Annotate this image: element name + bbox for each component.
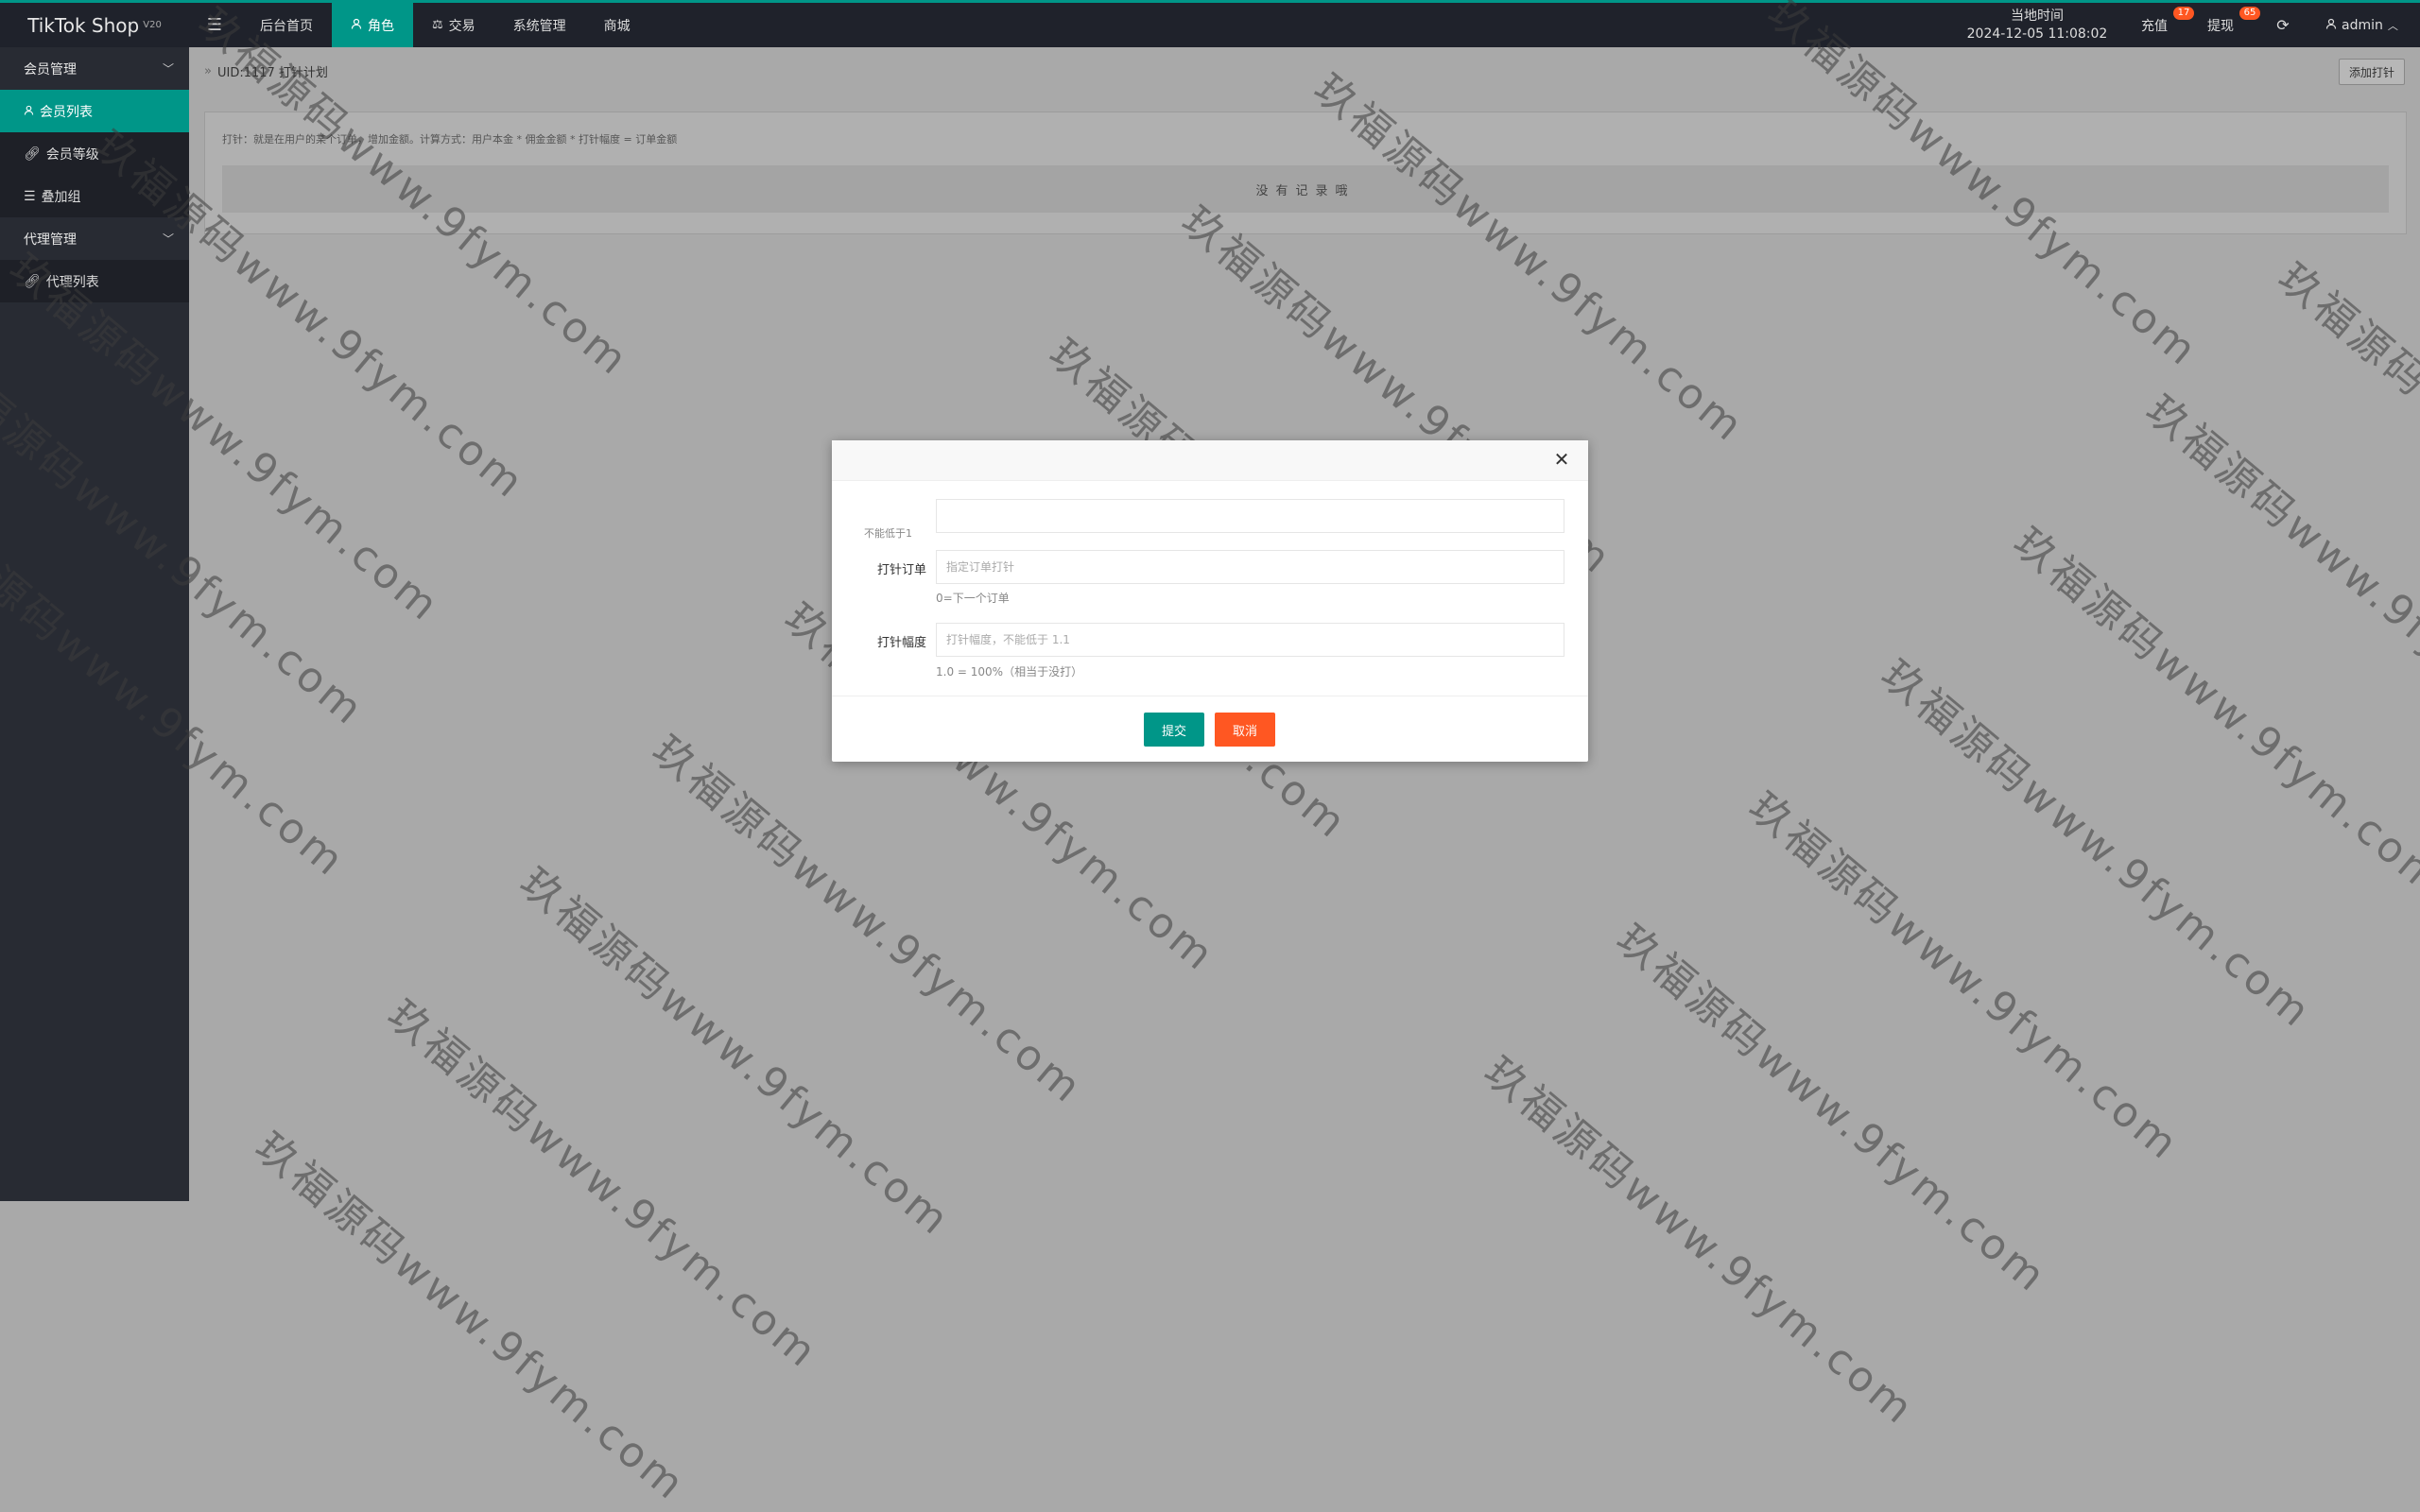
sidebar-item-member-level[interactable]: 🔗︎ 会员等级 bbox=[0, 132, 189, 175]
range-label: 打针幅度 bbox=[876, 636, 926, 650]
sidebar-item-label: 叠加组 bbox=[41, 189, 81, 205]
user-icon bbox=[24, 104, 34, 119]
time-label: 当地时间 bbox=[2011, 8, 2064, 24]
field-hint: 不能低于1 bbox=[864, 527, 912, 540]
sidebar-item-member-list[interactable]: 会员列表 bbox=[0, 90, 189, 132]
breadcrumb-arrow-icon: » bbox=[204, 63, 212, 78]
sidebar: 会员管理 ﹀ 会员列表 🔗︎ 会员等级 ☰ 叠加组 代理管理 ﹀ 🔗︎ 代理列表 bbox=[0, 47, 189, 1201]
nav-item-system[interactable]: 系统管理 bbox=[494, 3, 585, 47]
withdraw-badge: 65 bbox=[2239, 7, 2260, 20]
balance-icon: ⚖ bbox=[432, 18, 443, 32]
nav-item-mall[interactable]: 商城 bbox=[585, 3, 649, 47]
user-name: admin bbox=[2342, 17, 2383, 33]
cancel-button[interactable]: 取消 bbox=[1215, 713, 1275, 747]
user-menu[interactable]: admin ︿ bbox=[2325, 3, 2398, 47]
hamburger-icon[interactable]: ☰ bbox=[200, 3, 229, 47]
nav-item-trade[interactable]: ⚖ 交易 bbox=[413, 3, 494, 47]
add-injection-button[interactable]: 添加打针 bbox=[2338, 59, 2405, 85]
sidebar-group-label: 代理管理 bbox=[24, 232, 77, 248]
dialog-footer: 提交 取消 bbox=[832, 696, 1588, 763]
nav-item-label: 后台首页 bbox=[260, 18, 313, 34]
logo-version: V20 bbox=[143, 20, 162, 30]
withdraw-label: 提现 bbox=[2207, 18, 2234, 34]
local-time: 当地时间 2024-12-05 11:08:02 bbox=[1957, 3, 2118, 47]
sidebar-group-agent[interactable]: 代理管理 ﹀ bbox=[0, 217, 189, 260]
list-icon: ☰ bbox=[24, 188, 36, 204]
empty-state: 没有记录哦 bbox=[222, 165, 2389, 213]
top-bar: TikTok Shop V20 ☰ 后台首页 角色 ⚖ 交易 系统管理 商城 当… bbox=[0, 0, 2420, 47]
chevron-up-icon: ︿ bbox=[2387, 19, 2398, 32]
nav-item-label: 角色 bbox=[368, 18, 394, 34]
range-hint: 1.0 = 100%（相当于没打） bbox=[936, 665, 1083, 679]
sidebar-item-label: 会员等级 bbox=[45, 146, 99, 163]
order-label: 打针订单 bbox=[876, 563, 926, 577]
recharge-badge: 17 bbox=[2173, 7, 2194, 20]
sidebar-item-stack-group[interactable]: ☰ 叠加组 bbox=[0, 175, 189, 217]
link-icon: 🔗︎ bbox=[24, 146, 41, 162]
sidebar-item-agent-list[interactable]: 🔗︎ 代理列表 bbox=[0, 260, 189, 302]
nav-item-label: 交易 bbox=[448, 18, 475, 34]
range-input[interactable] bbox=[936, 623, 1564, 657]
nav-item-home[interactable]: 后台首页 bbox=[241, 3, 332, 47]
chevron-down-icon: ﹀ bbox=[162, 62, 174, 76]
injection-dialog: ✕ 不能低于1 打针订单 0=下一个订单 打针幅度 1.0 = 100%（相当于… bbox=[832, 440, 1588, 762]
content-panel: 打针：就是在用户的某个订单，增加金额。计算方式：用户本金 * 佣金金额 * 打针… bbox=[204, 112, 2407, 234]
tip-text: 打针：就是在用户的某个订单，增加金额。计算方式：用户本金 * 佣金金额 * 打针… bbox=[222, 133, 678, 146]
withdraw-link[interactable]: 提现 65 bbox=[2207, 3, 2260, 47]
top-nav: 后台首页 角色 ⚖ 交易 系统管理 商城 bbox=[241, 3, 649, 47]
recharge-link[interactable]: 充值 17 bbox=[2141, 3, 2194, 47]
logo: TikTok Shop V20 bbox=[0, 3, 189, 47]
sidebar-item-label: 代理列表 bbox=[45, 274, 99, 290]
amount-input[interactable] bbox=[936, 499, 1564, 533]
logo-text: TikTok Shop bbox=[27, 13, 140, 37]
sidebar-item-label: 会员列表 bbox=[40, 104, 93, 120]
user-icon bbox=[2325, 18, 2337, 33]
recharge-label: 充值 bbox=[2141, 18, 2168, 34]
close-icon[interactable]: ✕ bbox=[1550, 448, 1573, 471]
dialog-header bbox=[832, 440, 1588, 481]
nav-item-label: 商城 bbox=[603, 18, 631, 34]
chevron-down-icon: ﹀ bbox=[162, 232, 174, 246]
breadcrumb: » UID:1117 打针计划 bbox=[189, 47, 2420, 94]
nav-item-label: 系统管理 bbox=[512, 18, 566, 34]
breadcrumb-text: UID:1117 打针计划 bbox=[216, 65, 328, 80]
submit-button[interactable]: 提交 bbox=[1144, 713, 1204, 747]
user-icon bbox=[351, 18, 362, 33]
sidebar-group-label: 会员管理 bbox=[24, 61, 77, 77]
sidebar-group-member[interactable]: 会员管理 ﹀ bbox=[0, 47, 189, 90]
link-icon: 🔗︎ bbox=[24, 273, 41, 289]
nav-item-role[interactable]: 角色 bbox=[332, 3, 413, 47]
order-input[interactable] bbox=[936, 550, 1564, 584]
refresh-icon[interactable]: ⟳ bbox=[2273, 3, 2292, 47]
order-hint: 0=下一个订单 bbox=[936, 592, 1010, 605]
time-value: 2024-12-05 11:08:02 bbox=[1966, 26, 2108, 42]
